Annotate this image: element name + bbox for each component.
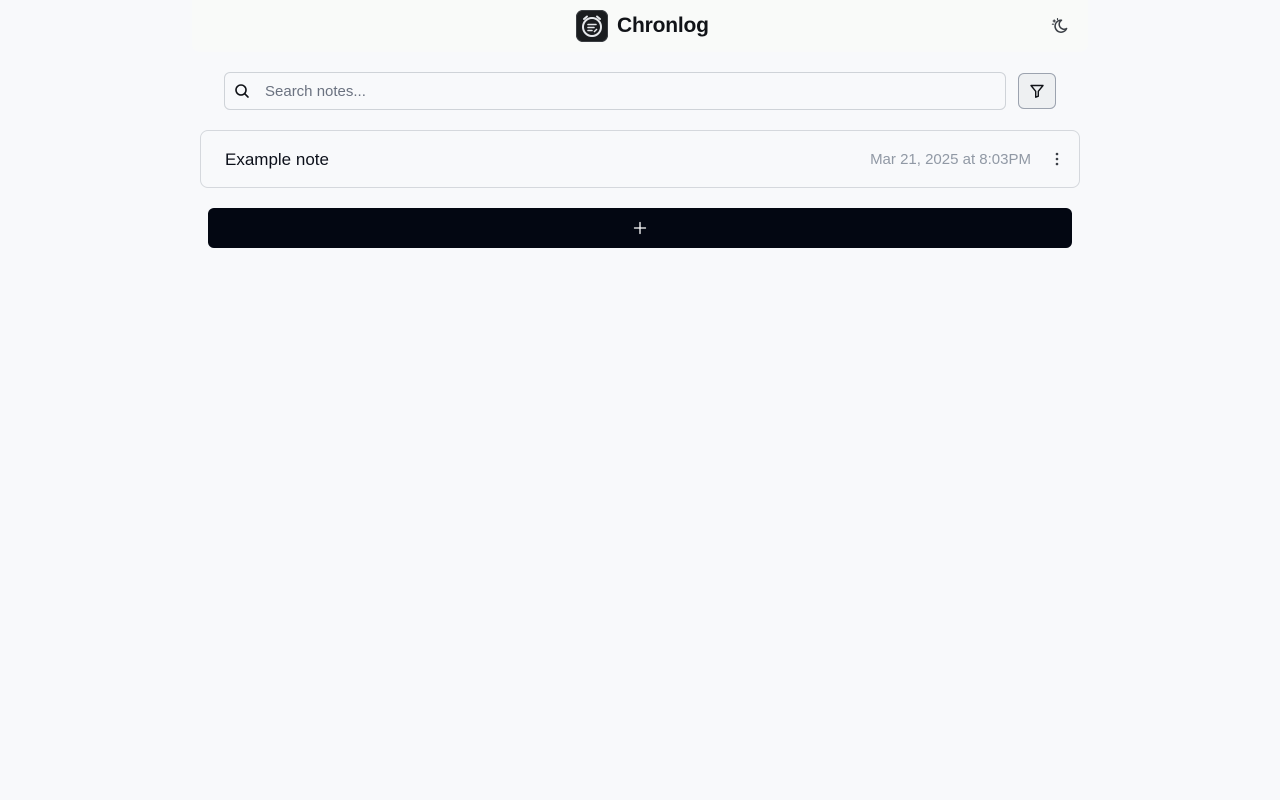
plus-icon bbox=[633, 221, 647, 235]
search-bar bbox=[224, 72, 1006, 110]
note-date: Mar 21, 2025 at 8:03PM bbox=[870, 151, 1031, 168]
note-title: Example note bbox=[225, 150, 329, 169]
search-input[interactable] bbox=[225, 73, 1005, 109]
brand[interactable]: Chronlog bbox=[576, 10, 709, 42]
theme-toggle-button[interactable] bbox=[1048, 14, 1072, 38]
add-note-button[interactable] bbox=[208, 208, 1072, 248]
more-vertical-icon bbox=[1055, 152, 1059, 166]
filter-button[interactable] bbox=[1018, 73, 1056, 109]
app-header: Chronlog bbox=[192, 0, 1088, 52]
app-title: Chronlog bbox=[617, 14, 709, 37]
app-logo-icon bbox=[576, 10, 608, 42]
filter-icon bbox=[1030, 84, 1044, 98]
note-menu-button[interactable] bbox=[1047, 148, 1067, 170]
moon-sun-icon bbox=[1051, 18, 1068, 33]
note-item[interactable]: Example note Mar 21, 2025 at 8:03PM bbox=[200, 130, 1080, 188]
